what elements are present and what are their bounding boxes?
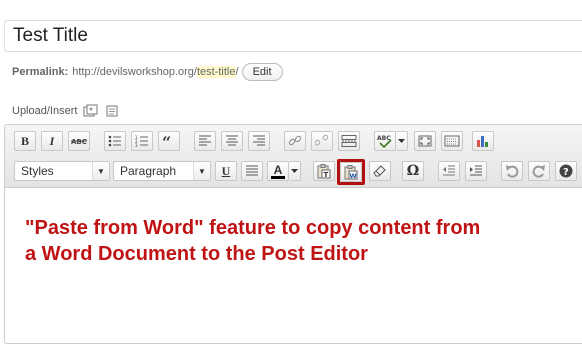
redo-button[interactable] <box>528 161 550 181</box>
special-character-icon: Ω <box>406 163 420 179</box>
align-left-button[interactable] <box>194 131 216 151</box>
italic-icon: I <box>49 133 55 148</box>
annotation-caption: "Paste from Word" feature to copy conten… <box>25 217 481 265</box>
permalink-trailing-slash: / <box>235 66 239 78</box>
add-media-icon[interactable] <box>105 104 119 118</box>
indent-icon <box>470 165 482 176</box>
justify-button[interactable] <box>241 161 263 181</box>
insert-link-icon <box>288 135 302 146</box>
align-left-icon <box>199 135 211 146</box>
text-color-dropdown[interactable] <box>289 161 301 181</box>
svg-text:?: ? <box>563 167 569 178</box>
align-right-icon <box>253 135 265 146</box>
clear-formatting-button[interactable] <box>369 161 391 181</box>
numbered-list-icon: 123 <box>135 135 148 147</box>
unlink-button[interactable] <box>311 131 333 151</box>
text-color-button[interactable]: A <box>267 161 289 181</box>
clear-formatting-icon <box>373 165 386 177</box>
align-right-button[interactable] <box>248 131 270 151</box>
unlink-icon <box>315 134 329 146</box>
italic-button[interactable]: I <box>41 131 63 151</box>
bold-button[interactable]: B <box>14 131 36 151</box>
post-title-input[interactable]: Test Title <box>4 20 582 52</box>
svg-text:“: “ <box>162 136 171 146</box>
kitchen-sink-icon <box>444 135 460 147</box>
paste-as-text-icon: T <box>317 163 331 179</box>
svg-text:3: 3 <box>135 143 138 147</box>
insert-more-tag-button[interactable] <box>338 131 360 151</box>
fullscreen-icon <box>418 135 432 147</box>
permalink-edit-button[interactable]: Edit <box>241 63 283 81</box>
paste-from-word-highlight <box>337 159 365 185</box>
editor-toolbar: B I ABC 123 “ ABC Styles ▼ Paragraph ▼ U… <box>5 125 582 188</box>
format-select[interactable]: Paragraph ▼ <box>113 161 211 181</box>
align-justify-icon <box>246 165 258 176</box>
spellcheck-icon: ABC <box>377 135 392 148</box>
chart-icon <box>477 136 488 147</box>
permalink-slug[interactable]: test-title <box>196 66 236 78</box>
spellcheck-button[interactable]: ABC <box>374 131 396 151</box>
styles-dropdown-icon: ▼ <box>92 162 109 180</box>
underline-button[interactable]: U <box>215 161 237 181</box>
format-select-value: Paragraph <box>120 164 177 178</box>
underline-icon: U <box>221 163 231 178</box>
add-image-icon[interactable] <box>83 104 99 118</box>
post-title-value: Test Title <box>13 25 88 46</box>
help-icon: ? <box>559 164 573 178</box>
styles-select[interactable]: Styles ▼ <box>14 161 110 181</box>
styles-select-value: Styles <box>21 164 54 178</box>
indent-button[interactable] <box>465 161 487 181</box>
insert-more-tag-icon <box>341 135 357 147</box>
paste-as-text-button[interactable]: T <box>313 161 335 181</box>
outdent-icon <box>443 165 455 176</box>
blockquote-button[interactable]: “ <box>158 131 180 151</box>
upload-insert-bar: Upload/Insert <box>12 104 119 118</box>
bullet-list-icon <box>108 135 121 147</box>
bullet-list-button[interactable] <box>104 131 126 151</box>
svg-text:ABC: ABC <box>71 138 87 146</box>
kitchen-sink-button[interactable] <box>441 131 463 151</box>
help-button[interactable]: ? <box>555 161 577 181</box>
spellcheck-dropdown[interactable] <box>396 131 408 151</box>
text-color-icon: A <box>273 162 283 177</box>
chart-button[interactable] <box>472 131 494 151</box>
special-character-button[interactable]: Ω <box>402 161 424 181</box>
permalink-base-url: http://devilsworkshop.org/ <box>72 66 197 78</box>
svg-text:T: T <box>324 171 329 179</box>
permalink-row: Permalink: http://devilsworkshop.org/tes… <box>12 63 283 81</box>
fullscreen-button[interactable] <box>414 131 436 151</box>
undo-icon <box>506 165 519 178</box>
undo-button[interactable] <box>501 161 523 181</box>
text-color-swatch <box>271 175 285 179</box>
spellcheck-dropdown-icon <box>398 139 405 143</box>
strikethrough-icon: ABC <box>71 138 87 146</box>
bold-icon: B <box>20 133 29 148</box>
permalink-label: Permalink: <box>12 66 69 78</box>
align-center-icon <box>226 135 238 146</box>
redo-icon <box>532 165 545 178</box>
numbered-list-button[interactable]: 123 <box>131 131 153 151</box>
text-color-dropdown-icon <box>291 169 298 173</box>
align-center-button[interactable] <box>221 131 243 151</box>
format-dropdown-icon: ▼ <box>193 162 210 180</box>
upload-insert-label: Upload/Insert <box>12 105 78 117</box>
strikethrough-button[interactable]: ABC <box>68 131 90 151</box>
insert-link-button[interactable] <box>284 131 306 151</box>
blockquote-icon: “ <box>162 136 171 146</box>
outdent-button[interactable] <box>438 161 460 181</box>
